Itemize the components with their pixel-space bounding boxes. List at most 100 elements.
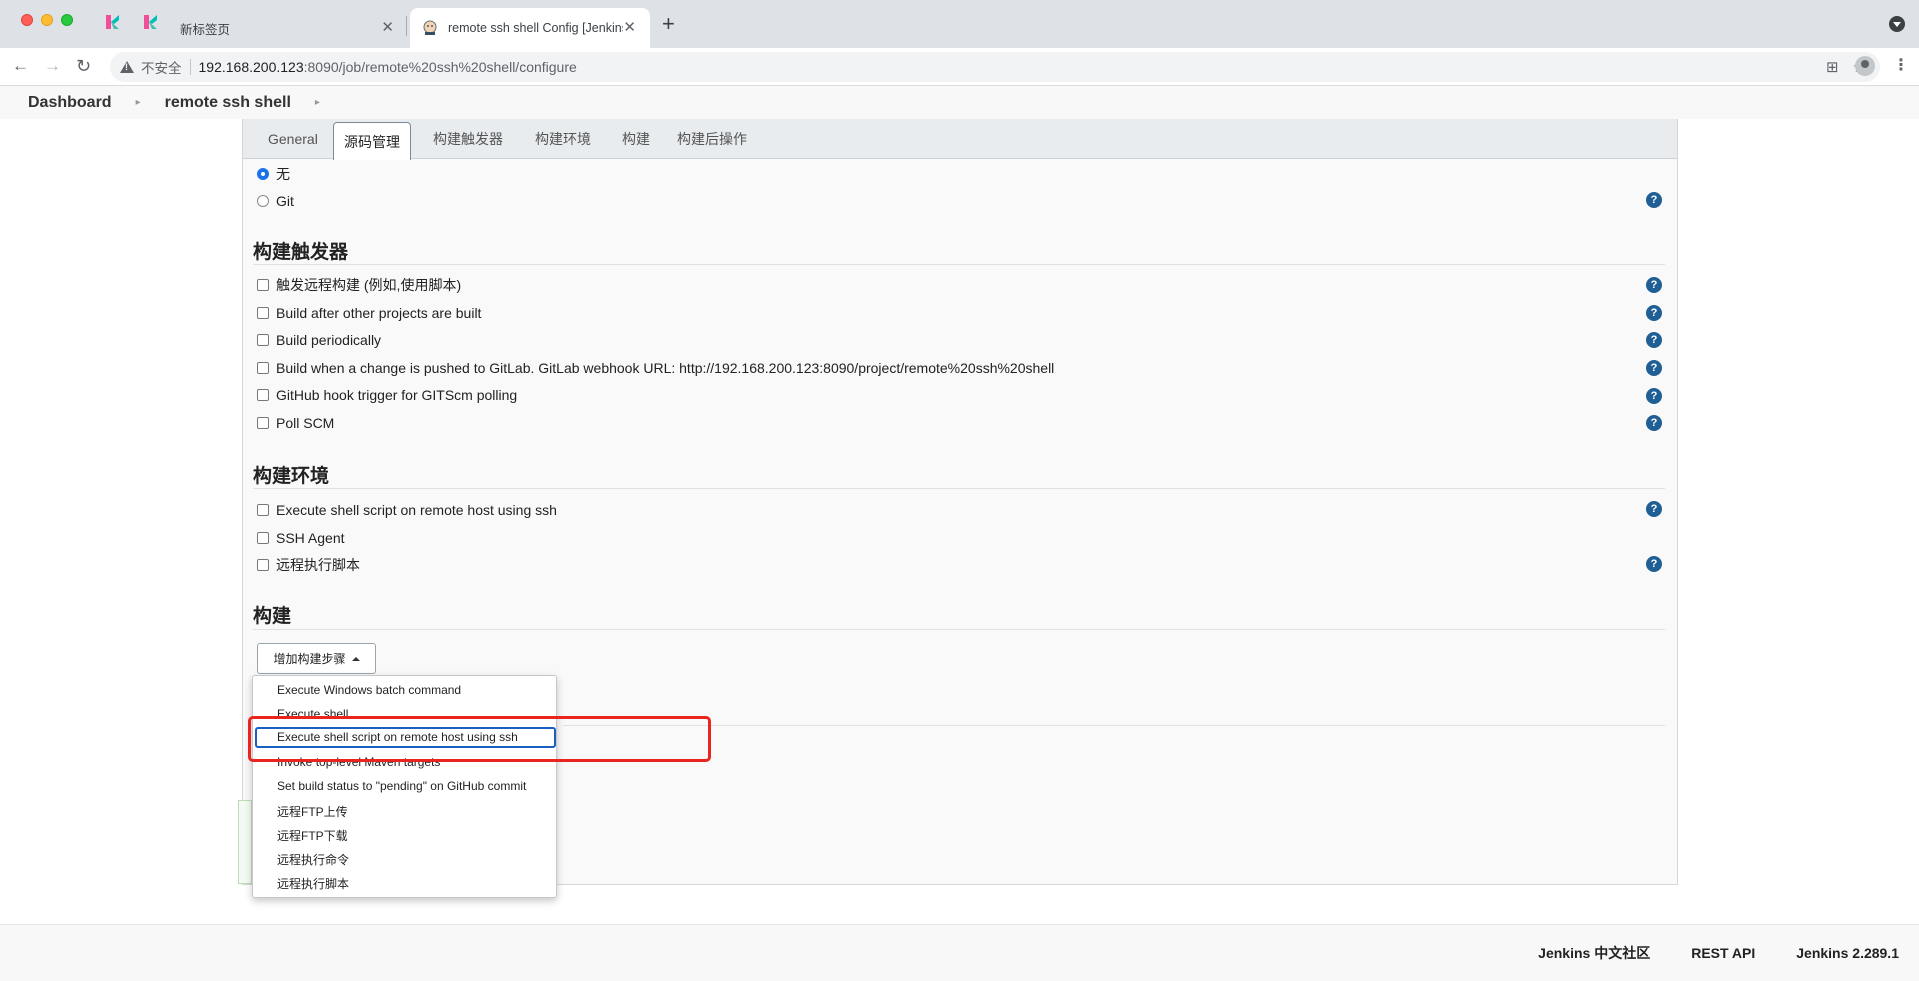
trigger-checkbox[interactable]	[257, 279, 269, 291]
help-icon[interactable]: ?	[1646, 415, 1662, 431]
env-checkbox[interactable]	[257, 504, 269, 516]
trigger-checkbox[interactable]	[257, 307, 269, 319]
close-tab-icon[interactable]: ✕	[623, 19, 636, 37]
reload-icon[interactable]: ↻	[76, 56, 91, 76]
scm-none-label: 无	[276, 166, 290, 182]
trigger-label: Build after other projects are built	[276, 305, 482, 321]
section-divider	[253, 264, 1665, 265]
browser-tab-active[interactable]: remote ssh shell Config [Jenkins] ✕	[410, 8, 650, 48]
pinned-tab-k[interactable]	[105, 14, 123, 32]
menu-item[interactable]: 远程执行命令	[277, 851, 349, 868]
trigger-checkbox[interactable]	[257, 334, 269, 346]
trigger-option[interactable]: Poll SCM	[257, 412, 334, 434]
section-divider	[253, 629, 1665, 630]
url-host[interactable]: 192.168.200.123	[199, 59, 304, 75]
zoom-window-button[interactable]	[61, 14, 73, 26]
scm-none-radio[interactable]	[257, 168, 269, 180]
tab-title: 新标签页	[180, 22, 231, 37]
tab-title: remote ssh shell Config [Jenkins]	[448, 21, 623, 35]
tab-build-environment[interactable]: 构建环境	[525, 119, 601, 159]
menu-item[interactable]: 远程FTP下载	[277, 827, 348, 844]
env-label: 远程执行脚本	[276, 557, 360, 573]
scm-git-label: Git	[276, 193, 294, 209]
help-icon[interactable]: ?	[1646, 501, 1662, 517]
k-logo-icon	[144, 15, 157, 29]
help-icon[interactable]: ?	[1646, 360, 1662, 376]
scm-option-git[interactable]: Git	[257, 190, 294, 212]
new-tab-button[interactable]: +	[662, 12, 675, 36]
footer-version[interactable]: Jenkins 2.289.1	[1796, 945, 1899, 961]
tab-search-icon[interactable]	[1889, 16, 1905, 32]
pinned-tab-k-2[interactable]	[143, 14, 161, 32]
caret-up-icon	[351, 656, 360, 661]
forward-icon[interactable]: →	[44, 56, 61, 76]
footer-link-community[interactable]: Jenkins 中文社区	[1538, 943, 1650, 963]
url-divider	[189, 59, 191, 75]
browser-toolbar: ← → ↻ 不安全 192.168.200.123:8090/job/remot…	[0, 48, 1919, 86]
breadcrumb-dashboard[interactable]: Dashboard	[28, 94, 112, 112]
minimize-window-button[interactable]	[41, 14, 53, 26]
trigger-option[interactable]: Build after other projects are built	[257, 302, 481, 324]
browser-tab[interactable]: 新标签页 ✕	[168, 8, 408, 48]
scm-option-none[interactable]: 无	[257, 163, 290, 185]
translate-icon[interactable]: ⊞	[1826, 58, 1839, 76]
env-checkbox[interactable]	[257, 559, 269, 571]
section-build-environment: 构建环境	[253, 466, 330, 487]
trigger-option[interactable]: Build when a change is pushed to GitLab.…	[257, 357, 1054, 379]
trigger-label: 触发远程构建 (例如,使用脚本)	[276, 277, 462, 293]
tab-general[interactable]: General	[258, 119, 328, 159]
footer-link-rest-api[interactable]: REST API	[1691, 945, 1755, 961]
trigger-checkbox[interactable]	[257, 417, 269, 429]
env-label: SSH Agent	[276, 530, 345, 546]
tab-divider	[406, 16, 407, 36]
section-divider	[563, 725, 1665, 726]
back-icon[interactable]: ←	[12, 56, 29, 76]
config-tabbar: General 源码管理 构建触发器 构建环境 构建 构建后操作	[243, 119, 1677, 160]
insecure-label[interactable]: 不安全	[141, 57, 182, 77]
menu-item[interactable]: Set build status to "pending" on GitHub …	[277, 779, 526, 793]
tab-build-triggers[interactable]: 构建触发器	[423, 119, 513, 159]
env-label: Execute shell script on remote host usin…	[276, 502, 557, 518]
browser-tabstrip: 新标签页 ✕ remote ssh shell Config [Jenkins]…	[0, 0, 1919, 48]
tab-scm[interactable]: 源码管理	[333, 122, 411, 160]
trigger-option[interactable]: 触发远程构建 (例如,使用脚本)	[257, 274, 461, 296]
trigger-option[interactable]: GitHub hook trigger for GITScm polling	[257, 384, 517, 406]
trigger-label: Build periodically	[276, 332, 382, 348]
profile-icon[interactable]	[1855, 56, 1875, 76]
build-step-menu: Execute Windows batch command Execute sh…	[252, 675, 557, 898]
breadcrumb-chevron-icon[interactable]: ▸	[136, 97, 141, 108]
help-icon[interactable]: ?	[1646, 388, 1662, 404]
menu-item[interactable]: Execute Windows batch command	[277, 683, 461, 697]
env-option[interactable]: Execute shell script on remote host usin…	[257, 499, 557, 521]
menu-item[interactable]: 远程执行脚本	[277, 875, 349, 892]
help-icon[interactable]: ?	[1646, 332, 1662, 348]
env-option[interactable]: 远程执行脚本	[257, 554, 360, 576]
k-logo-icon	[106, 15, 119, 29]
breadcrumb-job[interactable]: remote ssh shell	[165, 94, 291, 112]
close-window-button[interactable]	[21, 14, 33, 26]
tab-post-build[interactable]: 构建后操作	[667, 119, 757, 159]
tab-build[interactable]: 构建	[612, 119, 660, 159]
scm-git-radio[interactable]	[257, 195, 269, 207]
url-path[interactable]: :8090/job/remote%20ssh%20shell/configure	[304, 59, 577, 75]
warning-icon[interactable]	[120, 61, 134, 73]
trigger-checkbox[interactable]	[257, 389, 269, 401]
jenkins-favicon-icon	[423, 20, 437, 35]
help-icon[interactable]: ?	[1646, 277, 1662, 293]
help-icon[interactable]: ?	[1646, 305, 1662, 321]
trigger-label: Poll SCM	[276, 415, 335, 431]
add-build-step-button[interactable]: 增加构建步骤	[257, 643, 376, 674]
trigger-checkbox[interactable]	[257, 362, 269, 374]
page-footer: Jenkins 中文社区 REST API Jenkins 2.289.1	[0, 924, 1919, 981]
menu-item[interactable]: 远程FTP上传	[277, 803, 348, 820]
help-icon[interactable]: ?	[1646, 192, 1662, 208]
help-icon[interactable]: ?	[1646, 556, 1662, 572]
env-checkbox[interactable]	[257, 532, 269, 544]
env-option[interactable]: SSH Agent	[257, 527, 345, 549]
close-tab-icon[interactable]: ✕	[381, 19, 394, 37]
section-build-triggers: 构建触发器	[253, 242, 349, 263]
breadcrumb-chevron-icon[interactable]: ▸	[315, 97, 320, 108]
menu-icon[interactable]: ⋮	[1893, 57, 1909, 75]
trigger-option[interactable]: Build periodically	[257, 329, 381, 351]
address-bar[interactable]: 不安全 192.168.200.123:8090/job/remote%20ss…	[110, 52, 1880, 82]
